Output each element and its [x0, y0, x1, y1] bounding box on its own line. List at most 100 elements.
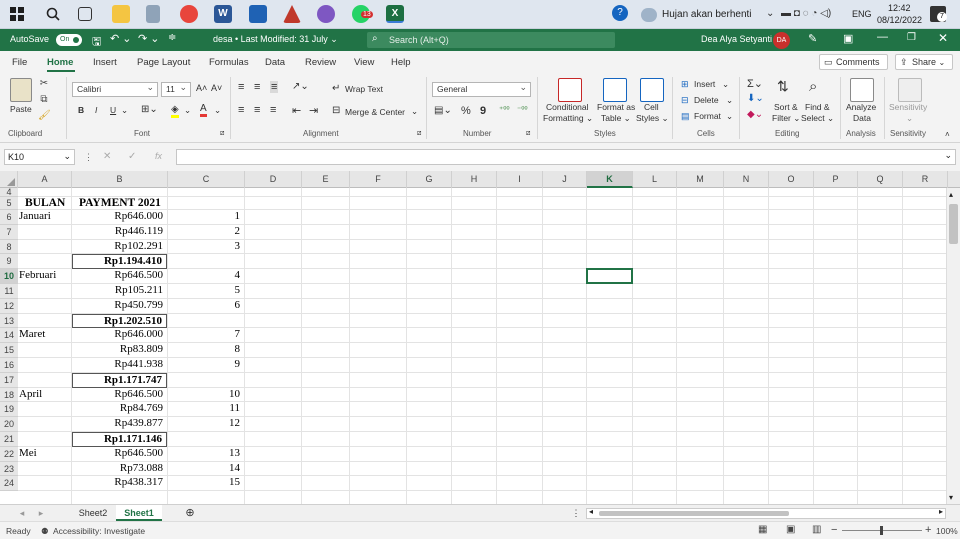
number-cell[interactable]: 6	[168, 299, 244, 314]
format-cells-button[interactable]: Format	[694, 111, 721, 121]
number-cell[interactable]: 14	[168, 462, 244, 477]
row-header-18[interactable]: 18	[0, 387, 18, 403]
vertical-scrollbar[interactable]: ▴ ▾	[946, 188, 960, 504]
payment-cell[interactable]: Rp646.500	[72, 447, 167, 462]
weather-icon[interactable]	[641, 8, 657, 22]
search-box[interactable]: ⌕ Search (Alt+Q)	[367, 32, 615, 48]
tab-data[interactable]: Data	[265, 57, 285, 68]
row-header-10[interactable]: 10	[0, 269, 18, 284]
alignment-dialog-launcher-icon[interactable]: ⧄	[417, 130, 421, 138]
search-icon[interactable]	[44, 5, 62, 23]
sort-filter-icon[interactable]: ⇅	[777, 78, 789, 95]
column-header-m[interactable]: M	[677, 171, 724, 188]
month-cell[interactable]: Mei	[18, 447, 71, 462]
tab-review[interactable]: Review	[305, 57, 336, 68]
conditional-formatting-label-1[interactable]: Conditional	[546, 102, 589, 112]
format-painter-icon[interactable]: 🖌	[38, 110, 51, 122]
font-dialog-launcher-icon[interactable]: ⧄	[220, 130, 224, 138]
confirm-entry-icon[interactable]: ✓	[128, 151, 136, 162]
clock-date[interactable]: 08/12/2022	[877, 15, 922, 25]
increase-font-icon[interactable]: A˄	[196, 83, 207, 93]
zoom-slider[interactable]	[842, 526, 922, 535]
clear-icon[interactable]: ◆⌄	[747, 109, 763, 120]
font-color-dropdown-icon[interactable]: ⌄	[214, 105, 221, 116]
subtotal-cell[interactable]: Rp1.194.410	[72, 254, 167, 270]
column-header-d[interactable]: D	[245, 171, 302, 188]
share-button[interactable]: ⇪ Share ⌄	[895, 54, 953, 70]
row-header-4[interactable]: 4	[0, 188, 18, 197]
month-cell[interactable]: April	[18, 388, 71, 403]
fill-icon[interactable]: ⬇⌄	[747, 93, 764, 104]
column-header-b[interactable]: B	[72, 171, 168, 188]
wrap-text-button[interactable]: Wrap Text	[345, 84, 383, 94]
payment-cell[interactable]: Rp83.809	[72, 343, 167, 358]
row-header-15[interactable]: 15	[0, 343, 18, 358]
close-icon[interactable]: ✕	[938, 31, 948, 45]
tab-home[interactable]: Home	[47, 57, 73, 68]
conditional-formatting-icon[interactable]	[558, 78, 582, 102]
cut-icon[interactable]: ✂	[38, 78, 50, 90]
number-cell[interactable]: 15	[168, 476, 244, 491]
number-cell[interactable]: 12	[168, 417, 244, 432]
store-icon[interactable]	[249, 5, 267, 23]
chrome-icon[interactable]	[180, 5, 198, 23]
user-name[interactable]: Dea Alya Setyanti	[701, 34, 772, 44]
number-cell[interactable]: 4	[168, 269, 244, 284]
analyze-data-icon[interactable]	[850, 78, 874, 102]
payment-cell[interactable]: Rp646.500	[72, 269, 167, 284]
pen-icon[interactable]: ✎	[808, 32, 817, 45]
sensitivity-icon[interactable]	[898, 78, 922, 102]
fill-color-dropdown-icon[interactable]: ⌄	[184, 105, 191, 116]
row-header-22[interactable]: 22	[0, 446, 18, 462]
conditional-formatting-label-2[interactable]: Formatting ⌄	[543, 113, 593, 124]
column-header-g[interactable]: G	[407, 171, 452, 188]
sensitivity-dropdown-icon[interactable]: ⌄	[906, 113, 913, 124]
underline-button[interactable]: U	[110, 105, 116, 115]
align-center-icon[interactable]: ≡	[254, 104, 260, 116]
tab-file[interactable]: File	[12, 57, 27, 68]
cell-styles-icon[interactable]	[640, 78, 664, 102]
cell-styles-label-2[interactable]: Styles ⌄	[636, 113, 669, 124]
orientation-icon[interactable]: ↗⌄	[292, 81, 309, 92]
cell-styles-label-1[interactable]: Cell	[644, 102, 659, 112]
number-cell[interactable]: 11	[168, 402, 244, 417]
avatar[interactable]: DA	[773, 32, 790, 49]
find-select-icon[interactable]: ⌕	[809, 78, 817, 95]
month-cell[interactable]: Januari	[18, 210, 71, 225]
save-icon[interactable]: 🖫	[92, 33, 101, 52]
minimize-icon[interactable]: —	[877, 31, 888, 43]
number-cell[interactable]: 5	[168, 284, 244, 299]
number-cell[interactable]: 13	[168, 447, 244, 462]
payment-cell[interactable]: Rp646.000	[72, 210, 167, 225]
row-header-6[interactable]: 6	[0, 210, 18, 225]
new-sheet-icon[interactable]: ⊕	[182, 505, 198, 521]
wrap-text-icon[interactable]: ↵	[332, 83, 340, 94]
excel-icon[interactable]: X	[386, 5, 404, 23]
delete-cells-button[interactable]: Delete	[694, 95, 719, 105]
payment-cell[interactable]: Rp441.938	[72, 358, 167, 373]
number-cell[interactable]: 2	[168, 225, 244, 240]
chrome-profile-icon[interactable]	[317, 5, 335, 23]
merge-center-button[interactable]: Merge & Center	[345, 107, 405, 117]
number-cell[interactable]: 7	[168, 328, 244, 343]
horizontal-scrollbar[interactable]: ◂ ▸	[586, 507, 946, 519]
number-format-select[interactable]: General	[432, 81, 531, 97]
tab-insert[interactable]: Insert	[93, 57, 117, 68]
row-header-8[interactable]: 8	[0, 239, 18, 255]
sort-filter-label-2[interactable]: Filter ⌄	[772, 113, 800, 124]
percent-button[interactable]: %	[461, 105, 471, 117]
column-header-a[interactable]: A	[18, 171, 72, 188]
column-header-n[interactable]: N	[724, 171, 769, 188]
number-cell[interactable]: 10	[168, 388, 244, 403]
format-as-table-label-1[interactable]: Format as	[597, 102, 635, 112]
worksheet-grid[interactable]: ABCDEFGHIJKLMNOPQR 4 5 6 7 8 9 10 11 12 13 14 15 16 1…	[0, 171, 960, 504]
comments-button[interactable]: ▭ Comments	[819, 54, 888, 70]
align-middle-icon[interactable]: ≡	[254, 81, 260, 93]
format-cells-icon[interactable]: ▤	[681, 111, 690, 122]
zoom-in-icon[interactable]: +	[925, 524, 931, 536]
font-name-select[interactable]: Calibri	[72, 81, 158, 97]
paste-label[interactable]: Paste	[10, 104, 32, 114]
insert-cells-icon[interactable]: ⊞	[681, 79, 689, 90]
payment-cell[interactable]: Rp439.877	[72, 417, 167, 432]
payment-cell[interactable]: Rp646.000	[72, 328, 167, 343]
